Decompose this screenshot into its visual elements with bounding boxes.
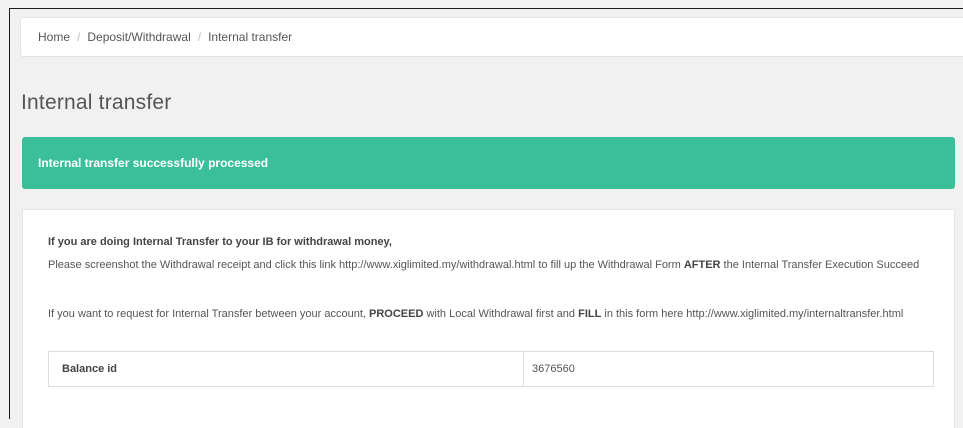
balance-table: Balance id 3676560 [48,351,934,387]
balance-id-value: 3676560 [532,363,575,375]
balance-id-label: Balance id [49,352,524,386]
withdrawal-instructions-text: Please screenshot the Withdrawal receipt… [48,259,340,271]
info-panel: If you are doing Internal Transfer to yo… [22,209,955,428]
withdrawal-instructions-text: to fill up the Withdrawal Form [535,259,684,271]
withdrawal-instructions-text: the Internal Transfer Execution Succeed [720,259,920,271]
fill-emphasis: FILL [578,308,602,320]
withdrawal-instructions: Please screenshot the Withdrawal receipt… [48,257,928,273]
breadcrumb-separator: / [197,30,202,44]
page-frame: Home / Deposit/Withdrawal / Internal tra… [9,8,963,428]
internal-transfer-instructions-text: in this form here [601,308,687,320]
internal-transfer-form-link[interactable]: http://www.xiglimited.my/internaltransfe… [686,308,903,320]
page-title: Internal transfer [21,91,172,114]
success-alert: Internal transfer successfully processed [22,137,955,189]
success-alert-message: Internal transfer successfully processed [38,156,269,170]
info-heading: If you are doing Internal Transfer to yo… [48,236,392,248]
proceed-emphasis: PROCEED [369,308,424,320]
after-emphasis: AFTER [683,259,721,271]
breadcrumb-deposit-withdrawal-link[interactable]: Deposit/Withdrawal [87,30,190,44]
breadcrumb-current: Internal transfer [208,30,293,44]
breadcrumb-separator: / [77,30,81,44]
internal-transfer-instructions: If you want to request for Internal Tran… [48,306,928,322]
withdrawal-form-link[interactable]: http://www.xiglimited.my/withdrawal.html [339,259,535,271]
internal-transfer-instructions-text: with Local Withdrawal first and [423,308,579,320]
breadcrumb-home-link[interactable]: Home [38,30,70,44]
breadcrumb: Home / Deposit/Withdrawal / Internal tra… [20,17,963,57]
internal-transfer-instructions-text: If you want to request for Internal Tran… [48,308,370,320]
